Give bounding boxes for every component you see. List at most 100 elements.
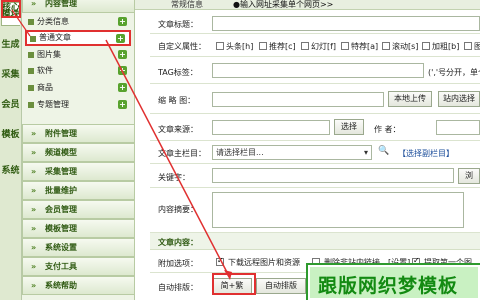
keywords-label: 关键字： — [158, 173, 190, 182]
attr-label-p: 图 — [474, 42, 480, 51]
vtab-collect[interactable]: 采集 — [1, 70, 20, 94]
menu-item-topics[interactable]: 专题管理 + — [25, 98, 131, 112]
expand-icon: » — [31, 186, 37, 195]
row-title: 文章标题： — [150, 12, 480, 34]
bullet-icon — [30, 36, 36, 42]
menu-group-attachments[interactable]: » 附件管理 — [22, 124, 135, 143]
attr-label-a: 特荐[a] — [351, 42, 379, 51]
vtab-template[interactable]: 模板 — [1, 130, 20, 154]
row-tags: TAG标签： (','号分开，单个 — [150, 57, 480, 84]
vtab-system[interactable]: 系统 — [1, 166, 20, 190]
add-icon[interactable]: + — [118, 50, 127, 59]
site-select-button[interactable]: 站内选择 — [438, 91, 480, 107]
menu-group-channel-models[interactable]: » 频道模型 — [22, 143, 135, 162]
attr-checkbox-a[interactable] — [341, 42, 349, 50]
attr-checkbox-b[interactable] — [422, 42, 430, 50]
menu-item-software[interactable]: 软件 + — [25, 64, 131, 78]
row-thumbnail: 缩 略 图： 本地上传 站内选择 — [150, 84, 480, 114]
row-attributes: 自定义属性： 头条[h] 推荐[c] 幻灯[f] 特荐[a] 滚动[s] 加粗[… — [150, 34, 480, 57]
menu-item-image-set[interactable]: 图片集 + — [25, 48, 131, 62]
expand-icon: » — [31, 167, 37, 176]
menu-item-article[interactable]: 普通文章 + — [25, 30, 131, 46]
annotation-box-paging-button — [212, 273, 256, 295]
row-summary: 内容摘要： — [150, 188, 480, 233]
title-label: 文章标题： — [158, 20, 198, 29]
url-collect-hint[interactable]: ●输入网址采集单个网页>> — [233, 0, 333, 10]
add-icon[interactable]: + — [118, 66, 127, 75]
tags-input[interactable] — [212, 63, 424, 78]
bullet-icon — [28, 19, 34, 25]
column-label: 文章主栏目： — [158, 149, 206, 158]
menu-group-collection[interactable]: » 采集管理 — [22, 162, 135, 181]
menu-item-classified[interactable]: 分类信息 + — [25, 15, 131, 29]
collapse-icon: » — [31, 0, 37, 8]
row-keywords: 关键字： 浏 — [150, 164, 480, 188]
content-section: 文章内容： — [150, 233, 480, 250]
expand-icon: » — [31, 148, 37, 157]
keywords-input[interactable] — [212, 168, 454, 183]
local-upload-button[interactable]: 本地上传 — [388, 91, 432, 107]
thumbnail-label: 缩 略 图： — [158, 96, 196, 105]
search-icon[interactable]: 🔍 — [378, 146, 389, 156]
source-select-button[interactable]: 选择 — [334, 119, 364, 135]
author-label: 作 者： — [374, 125, 401, 134]
menu-item-product[interactable]: 商品 + — [25, 81, 131, 95]
expand-icon: » — [31, 262, 37, 271]
expand-icon: » — [31, 224, 37, 233]
attr-label-c: 推荐[c] — [269, 42, 296, 51]
extra-options-label: 附加选项： — [158, 259, 198, 268]
auto-format-button[interactable]: 自动排版 — [256, 278, 306, 294]
row-source: 文章来源： 选择 作 者： — [150, 114, 480, 141]
title-input[interactable] — [212, 16, 480, 31]
menu-group-settings[interactable]: » 系统设置 — [22, 238, 135, 257]
expand-icon: » — [31, 129, 37, 138]
sub-column-link[interactable]: 【选择副栏目】 — [398, 148, 454, 159]
column-select[interactable]: 请选择栏目... ▾ — [212, 145, 372, 160]
watermark: 跟版网织梦模板 — [306, 263, 480, 300]
attr-checkbox-p[interactable] — [464, 42, 472, 50]
bullet-icon — [28, 102, 34, 108]
attr-checkbox-s[interactable] — [382, 42, 390, 50]
tags-hint: (','号分开，单个 — [428, 68, 480, 77]
expand-icon: » — [31, 243, 37, 252]
chevron-down-icon: ▾ — [363, 148, 368, 157]
menu-group-payment[interactable]: » 支付工具 — [22, 257, 135, 276]
top-tab-bar: 常规信息 ●输入网址采集单个网页>> — [135, 0, 480, 10]
vertical-tab-strip: 核心 模块 生成 采集 会员 模板 系统 — [0, 0, 22, 300]
menu-group-members[interactable]: » 会员管理 — [22, 200, 135, 219]
add-icon[interactable]: + — [118, 100, 127, 109]
attr-label-s: 滚动[s] — [392, 42, 419, 51]
attr-label-h: 头条[h] — [226, 42, 254, 51]
expand-icon: » — [31, 205, 37, 214]
add-icon[interactable]: + — [118, 83, 127, 92]
watermark-text: 跟版网织梦模板 — [318, 275, 459, 297]
attr-checkbox-h[interactable] — [216, 42, 224, 50]
browse-button[interactable]: 浏 — [458, 168, 480, 184]
source-label: 文章来源： — [158, 125, 198, 134]
add-icon[interactable]: + — [116, 34, 125, 43]
attr-label-b: 加粗[b] — [432, 42, 460, 51]
menu-section-content[interactable]: » 内容管理 — [22, 0, 135, 13]
tags-label: TAG标签： — [158, 68, 198, 77]
menu-group-templates[interactable]: » 模板管理 — [22, 219, 135, 238]
download-remote-checkbox[interactable] — [216, 256, 224, 266]
attr-checkbox-c[interactable] — [259, 42, 267, 50]
attr-checkbox-f[interactable] — [301, 42, 309, 50]
source-input[interactable] — [212, 120, 330, 135]
menu-group-help[interactable]: » 系统帮助 — [22, 276, 135, 295]
tab-general[interactable]: 常规信息 — [171, 0, 203, 10]
menu-group-batch[interactable]: » 批量维护 — [22, 181, 135, 200]
summary-label: 内容摘要： — [158, 205, 198, 214]
add-icon[interactable]: + — [118, 17, 127, 26]
content-section-title: 文章内容： — [158, 238, 198, 247]
summary-textarea[interactable] — [212, 192, 464, 228]
bullet-icon — [28, 85, 34, 91]
bullet-icon — [28, 68, 34, 74]
article-form: 文章标题： 自定义属性： 头条[h] 推荐[c] 幻灯[f] 特荐[a] 滚动[… — [150, 10, 480, 300]
vtab-generate[interactable]: 生成 — [1, 40, 20, 64]
thumbnail-input[interactable] — [212, 92, 384, 107]
vtab-member[interactable]: 会员 — [1, 100, 20, 124]
author-input[interactable] — [436, 120, 480, 135]
download-remote-label: 下载远程图片和资源 — [228, 258, 300, 267]
row-column: 文章主栏目： 请选择栏目... ▾ 🔍 【选择副栏目】 — [150, 141, 480, 164]
